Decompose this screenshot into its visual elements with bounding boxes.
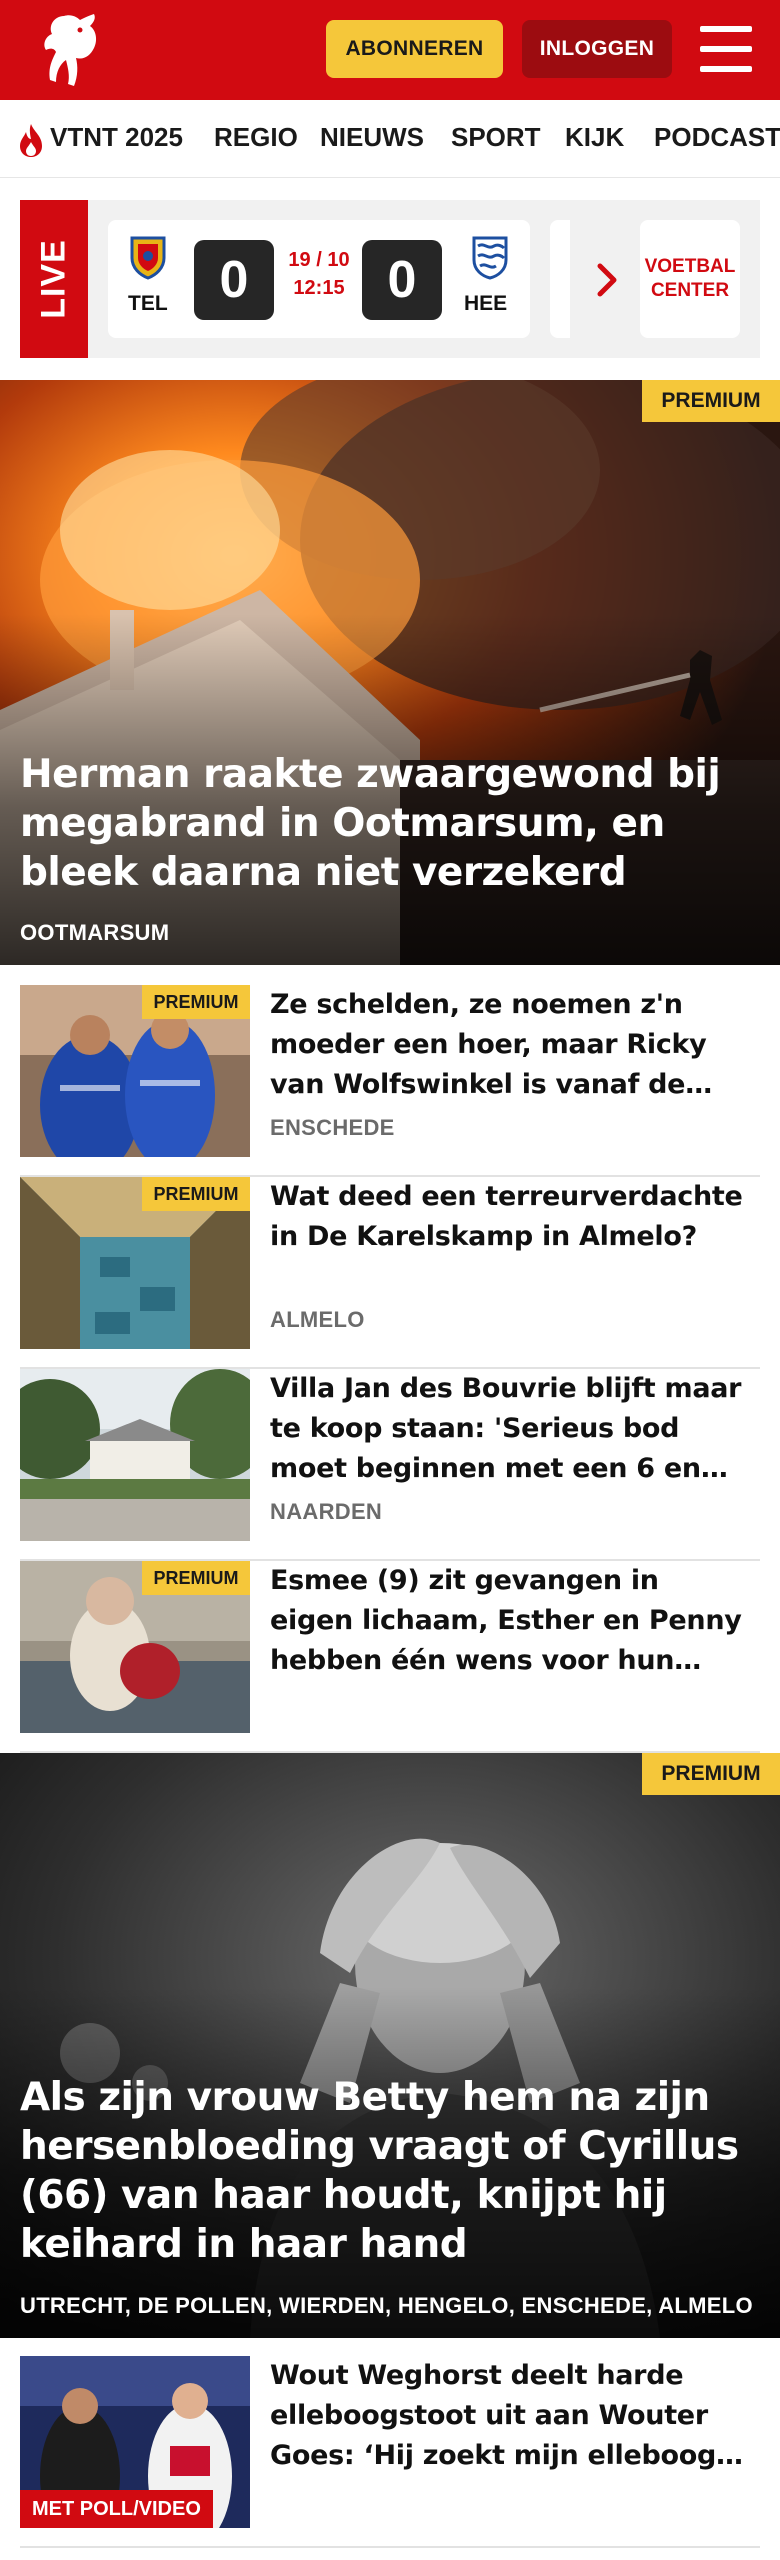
hero-article-fire[interactable]: PREMIUM Herman raakte zwaargewond bij me… xyxy=(0,380,780,965)
article-thumbnail: MET POLL/VIDEO xyxy=(20,2356,250,2528)
article-title[interactable]: Esmee (9) zit gevangen in eigen lichaam,… xyxy=(270,1561,750,1681)
flame-icon xyxy=(20,124,42,157)
menu-icon[interactable] xyxy=(700,26,752,72)
article-item[interactable]: PREMIUM Ze schelden, ze noemen z'n moede… xyxy=(20,985,760,1177)
tubantia-horse-logo-icon[interactable] xyxy=(34,10,106,90)
premium-badge: PREMIUM xyxy=(142,985,250,1019)
away-team-crest-icon xyxy=(472,236,508,280)
away-team-code: HEE xyxy=(464,292,508,315)
live-scores-strip: LIVE TEL 0 19 / 10 12:15 0 HEE VOETBAL C… xyxy=(20,200,760,358)
article-item[interactable]: MET POLL/VIDEO Wout Weghorst deelt harde… xyxy=(20,2356,760,2548)
home-team-code: TEL xyxy=(128,292,168,315)
home-team-crest-icon xyxy=(130,236,166,280)
hero-title[interactable]: Als zijn vrouw Betty hem na zijn hersenb… xyxy=(20,2073,760,2269)
article-item[interactable]: PREMIUM Esmee (9) zit gevangen in eigen … xyxy=(20,1561,760,1753)
premium-badge: PREMIUM xyxy=(642,1753,780,1795)
hero-title[interactable]: Herman raakte zwaargewond bij megabrand … xyxy=(20,750,760,897)
article-title[interactable]: Wout Weghorst deelt harde elleboogstoot … xyxy=(270,2356,750,2476)
football-center-link[interactable]: VOETBAL CENTER xyxy=(640,220,740,338)
next-match-card[interactable] xyxy=(550,220,570,338)
article-location: NAARDEN xyxy=(270,1499,383,1524)
article-item[interactable]: PREMIUM Wat deed een terreurverdachte in… xyxy=(20,1177,760,1369)
premium-badge: PREMIUM xyxy=(142,1177,250,1211)
article-location: ENSCHEDE xyxy=(270,1115,395,1140)
live-label: LIVE xyxy=(20,200,88,358)
premium-badge: PREMIUM xyxy=(142,1561,250,1595)
match-date-time: 19 / 10 12:15 xyxy=(288,249,350,299)
article-thumbnail xyxy=(20,1369,250,1541)
home-score: 0 xyxy=(194,240,274,320)
article-title[interactable]: Villa Jan des Bouvrie blijft maar te koo… xyxy=(270,1369,750,1489)
article-thumbnail: PREMIUM xyxy=(20,1177,250,1349)
match-card[interactable]: TEL 0 19 / 10 12:15 0 HEE xyxy=(108,220,530,338)
hero-location: OOTMARSUM xyxy=(20,920,170,945)
nav-item-nieuws[interactable]: NIEUWS xyxy=(320,122,424,153)
nav-item-sport[interactable]: SPORT xyxy=(451,122,541,153)
nav-item-vtnt[interactable]: VTNT 2025 xyxy=(50,122,183,153)
hero-location: UTRECHT, DE POLLEN, WIERDEN, HENGELO, EN… xyxy=(20,2293,753,2318)
away-score: 0 xyxy=(362,240,442,320)
top-bar: ABONNEREN INLOGGEN xyxy=(0,0,780,100)
article-title[interactable]: Ze schelden, ze noemen z'n moeder een ho… xyxy=(270,985,750,1105)
nav-item-podcast[interactable]: PODCAST xyxy=(654,122,780,153)
premium-badge: PREMIUM xyxy=(642,380,780,422)
subscribe-button[interactable]: ABONNEREN xyxy=(326,20,503,78)
article-thumbnail: PREMIUM xyxy=(20,1561,250,1733)
article-location: ALMELO xyxy=(270,1307,365,1332)
article-item[interactable]: Villa Jan des Bouvrie blijft maar te koo… xyxy=(20,1369,760,1561)
article-title[interactable]: Wat deed een terreurverdachte in De Kare… xyxy=(270,1177,750,1257)
hero-article-betty[interactable]: PREMIUM Als zijn vrouw Betty hem na zijn… xyxy=(0,1753,780,2338)
login-button[interactable]: INLOGGEN xyxy=(522,20,672,78)
nav-item-kijk[interactable]: KIJK xyxy=(565,122,624,153)
article-thumbnail: PREMIUM xyxy=(20,985,250,1157)
chevron-right-icon[interactable] xyxy=(592,262,622,298)
nav-item-regio[interactable]: REGIO xyxy=(214,122,298,153)
main-navigation: VTNT 2025 REGIO NIEUWS SPORT KIJK PODCAS… xyxy=(0,100,780,178)
poll-video-badge: MET POLL/VIDEO xyxy=(20,2490,213,2528)
